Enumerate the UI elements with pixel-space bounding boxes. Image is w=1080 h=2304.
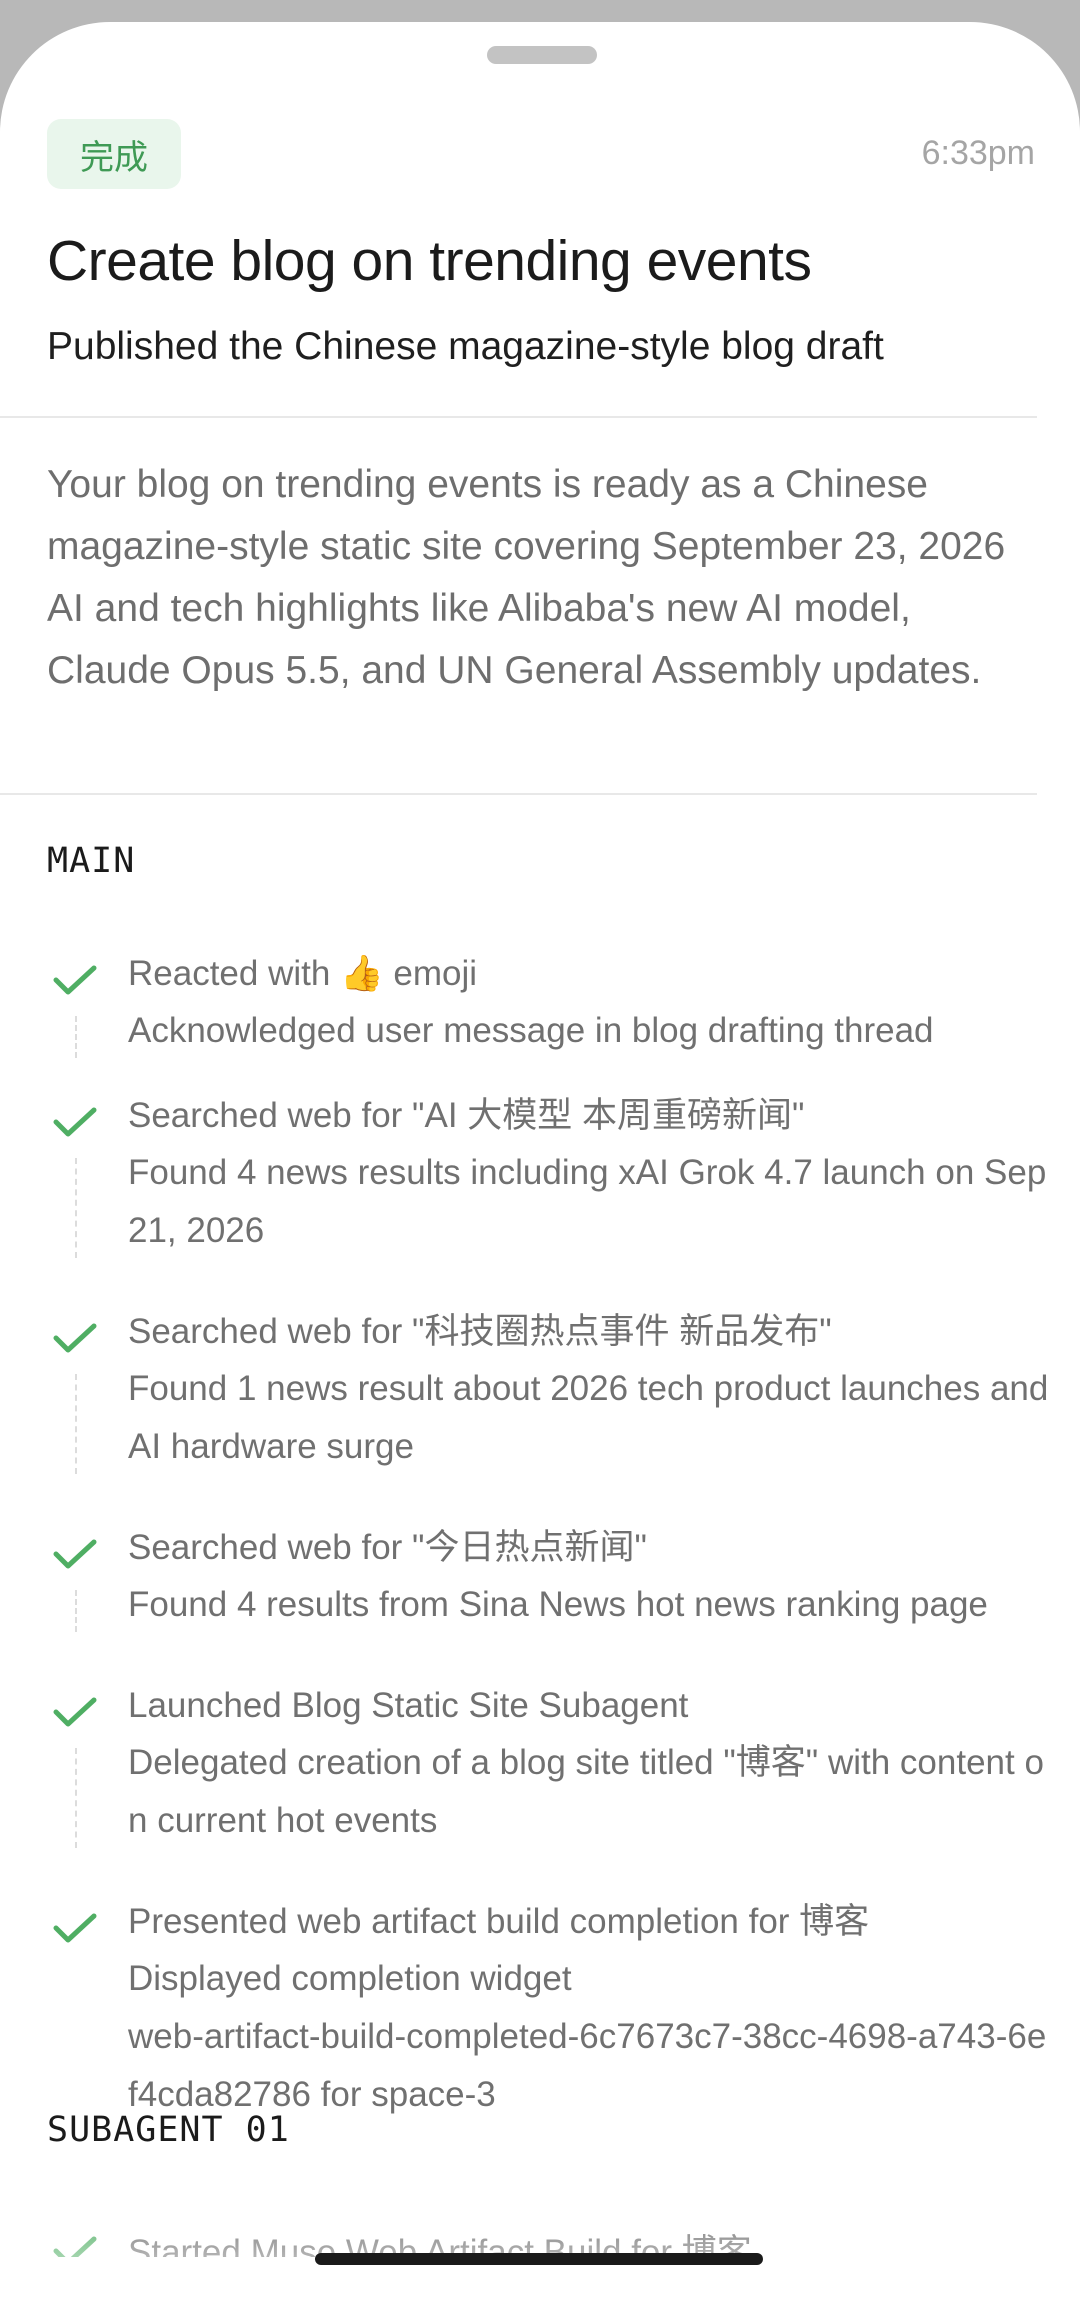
main-timeline: Reacted with 👍 emoji Acknowledged user me… [0,946,1080,2124]
divider [0,416,1037,418]
step-title: Searched web for "今日热点新闻" [128,1528,647,1567]
timeline-step: Launched Blog Static Site Subagent Delega… [0,1678,1080,1850]
step-title: Presented web artifact build completion … [128,1902,870,1941]
step-detail: web-artifact-build-completed-6c7673c7-38… [128,2017,1047,2114]
checkmark-icon [53,1107,97,1137]
thumbs-up-icon: 👍 [340,954,384,994]
checkmark-icon [53,1539,97,1569]
timeline-step: Searched web for "科技圈热点事件 新品发布" Found 1 n… [0,1304,1080,1476]
section-heading-subagent: SUBAGENT 01 [47,2110,290,2150]
task-detail-sheet: 完成 6:33pm Create blog on trending events… [0,22,1080,2304]
timeline-step: Searched web for "AI 大模型 本周重磅新闻" Found 4 … [0,1088,1080,1260]
timeline-connector [75,1748,77,1848]
timeline-connector [75,1158,77,1258]
checkmark-icon [53,1697,97,1727]
checkmark-icon [53,1913,97,1943]
step-detail: Found 4 results from Sina News hot news … [128,1585,988,1624]
timeline-connector [75,1016,77,1058]
page-title: Create blog on trending events [47,229,812,293]
step-detail: Found 4 news results including xAI Grok … [128,1153,1047,1250]
status-badge: 完成 [47,119,181,189]
step-detail: Found 1 news result about 2026 tech prod… [128,1369,1049,1466]
step-detail: Acknowledged user message in blog drafti… [128,1011,934,1050]
step-detail: Displayed completion widget [128,1959,572,1998]
sheet-grabber[interactable] [487,46,597,64]
page-subtitle: Published the Chinese magazine-style blo… [47,325,884,368]
divider [0,793,1037,795]
timeline-connector [75,1590,77,1632]
timeline-connector [75,1374,77,1474]
step-title: Launched Blog Static Site Subagent [128,1686,689,1725]
home-indicator[interactable] [315,2253,763,2265]
timeline-step: Reacted with 👍 emoji Acknowledged user me… [0,946,1080,1060]
timestamp: 6:33pm [921,134,1035,172]
summary-text: Your blog on trending events is ready as… [47,463,1006,692]
step-title: Searched web for "科技圈热点事件 新品发布" [128,1312,832,1351]
section-heading-main: MAIN [47,841,136,881]
step-detail: Delegated creation of a blog site titled… [128,1743,1044,1840]
timeline-step: Presented web artifact build completion … [0,1894,1080,2124]
checkmark-icon [53,965,97,995]
timeline-step: Searched web for "今日热点新闻" Found 4 results… [0,1520,1080,1634]
step-title: Searched web for "AI 大模型 本周重磅新闻" [128,1096,805,1135]
step-title: Reacted with 👍 emoji [128,954,478,994]
checkmark-icon [53,1323,97,1353]
